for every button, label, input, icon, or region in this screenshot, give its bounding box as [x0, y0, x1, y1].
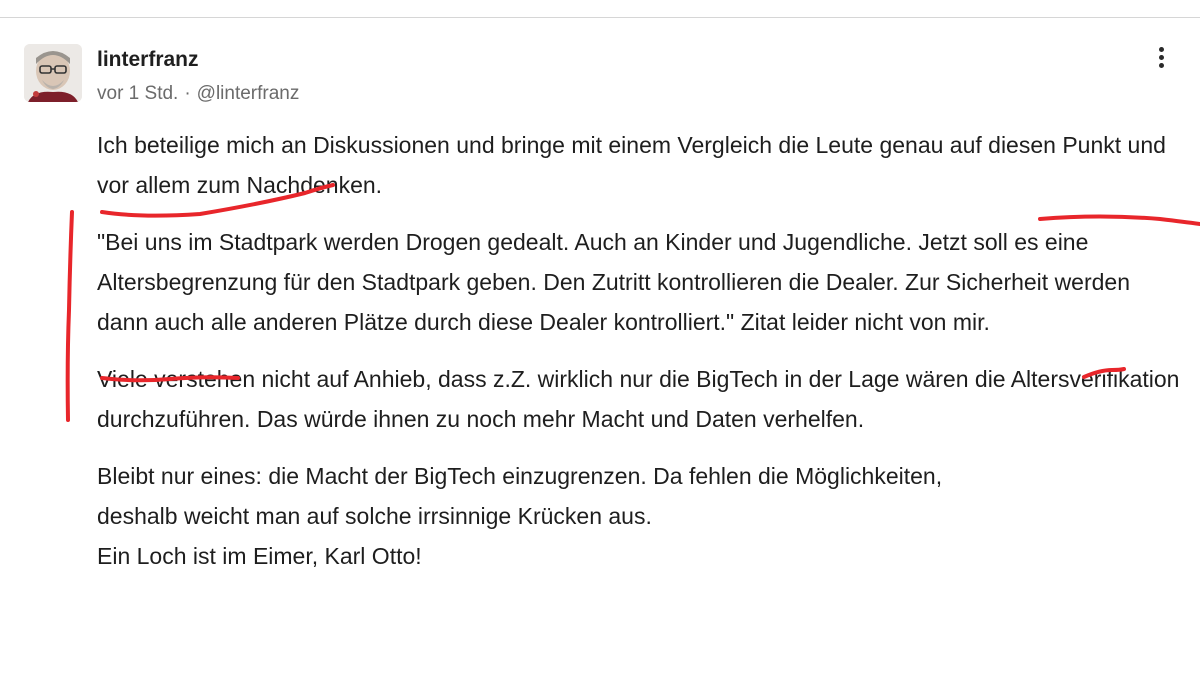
post-body: Ich beteilige mich an Diskussionen und b…: [97, 125, 1187, 576]
more-options-button[interactable]: [1146, 42, 1176, 72]
closing-line: Bleibt nur eines: die Macht der BigTech …: [97, 463, 943, 489]
post-time[interactable]: vor 1 Std.: [97, 83, 178, 104]
post-paragraph-quote: "Bei uns im Stadtpark werden Drogen gede…: [97, 229, 1131, 335]
more-vertical-icon: [1158, 46, 1164, 52]
author-handle[interactable]: @linterfranz: [197, 83, 300, 104]
post-paragraph: Viele verstehen nicht auf Anhieb, dass z…: [97, 366, 1180, 432]
meta-separator: ·: [184, 83, 191, 104]
post-paragraph: Ich beteilige mich an Diskussionen und b…: [97, 132, 1166, 198]
closing-line: deshalb weicht man auf solche irrsinnige…: [97, 503, 652, 529]
post-meta: vor 1 Std. · @linterfranz: [97, 83, 299, 105]
author-name[interactable]: linterfranz: [97, 48, 199, 72]
top-divider: [0, 17, 1200, 18]
vertical-margin-bracket: [65, 210, 74, 422]
avatar-image: [24, 44, 82, 102]
more-vertical-icon-dot: [1158, 62, 1164, 68]
closing-line: Ein Loch ist im Eimer, Karl Otto!: [97, 543, 422, 569]
more-vertical-icon-dot: [1158, 54, 1164, 60]
avatar[interactable]: [24, 44, 82, 102]
